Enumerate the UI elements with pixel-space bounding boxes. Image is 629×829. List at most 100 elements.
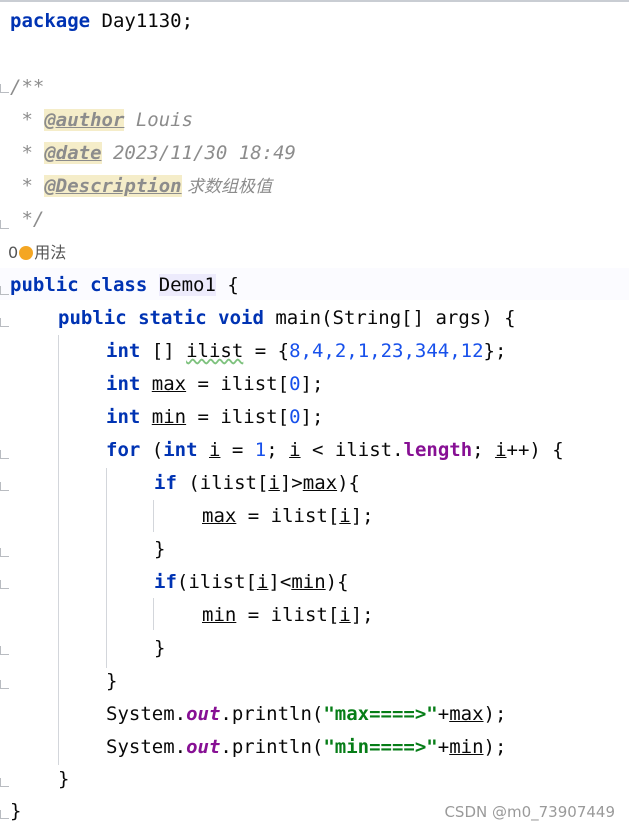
fold-marker-icon[interactable] [0,286,9,295]
variable: i [339,505,351,527]
code-line-close-class[interactable]: } [10,796,21,826]
code-text: [] [140,340,187,362]
code-line-package[interactable]: package Day1130; [10,6,193,36]
code-line-doc-open[interactable]: /** [10,72,44,102]
variable: ilist [186,340,244,362]
code-text: ]; [300,406,324,428]
comment-text: * [10,142,45,164]
code-text: ]; [350,505,374,527]
code-text: ; [266,439,290,461]
code-line-close-if1[interactable]: } [154,534,165,564]
javadoc-tag: @Description [44,175,182,197]
code-text: { [215,274,239,296]
usages-hint[interactable]: 0 用法 [8,240,66,266]
editor-top-border [0,0,629,2]
fold-marker-icon[interactable] [0,580,9,589]
code-text: } [154,637,166,659]
variable: min [202,604,237,626]
code-line-if-min[interactable]: if(ilist[i]<min){ [154,567,349,597]
code-text: } [106,670,118,692]
variable: i [289,439,301,461]
code-line-class[interactable]: public class Demo1 { [10,270,239,300]
usages-label: 用法 [34,243,67,262]
code-line-assign-min[interactable]: min = ilist[i]; [202,600,374,630]
code-text: System. [106,703,187,725]
code-text: .println( [220,736,324,758]
code-text: ( [140,439,164,461]
fold-marker-icon[interactable] [0,482,9,491]
code-text: } [58,768,70,790]
code-text: = { [243,340,290,362]
code-line-ilist[interactable]: int [] ilist = {8,4,2,1,23,344,12}; [106,336,506,366]
keyword: int [106,406,141,428]
javadoc-tag: @date [44,142,102,164]
fold-marker-icon[interactable] [0,548,9,557]
string-literal: "min====>" [323,736,438,758]
keyword: if [154,571,177,593]
fold-marker-icon[interactable] [0,220,9,229]
code-text: (ilist[ [176,571,257,593]
code-text: ]> [279,472,303,494]
code-text: = ilist[ [186,373,290,395]
code-line-print-min[interactable]: System.out.println("min====>"+min); [106,732,506,762]
code-text: + [437,736,450,758]
code-text: ){ [325,571,349,593]
code-line-doc-close[interactable]: */ [10,204,44,234]
code-line-close-if2[interactable]: } [154,633,165,663]
comment-text: * [10,109,45,131]
code-text: ; [472,439,496,461]
code-text: .println( [220,703,324,725]
lightbulb-icon[interactable] [19,246,34,260]
fold-marker-icon[interactable] [0,84,9,93]
watermark: CSDN @m0_73907449 [444,803,615,821]
package-name: Day1130; [90,10,194,32]
code-line-date[interactable]: * @date 2023/11/30 18:49 [10,138,296,168]
code-text: ]; [350,604,374,626]
code-line-max[interactable]: int max = ilist[0]; [106,369,323,399]
code-text: System. [106,736,187,758]
code-line-close-for[interactable]: } [106,666,117,696]
keyword: int [106,340,141,362]
description-text: 求数组极值 [181,177,273,197]
fold-marker-icon[interactable] [0,318,9,327]
code-line-description[interactable]: * @Description 求数组极值 [10,171,272,201]
fold-marker-icon[interactable] [0,680,9,689]
code-text: = ilist[ [236,604,340,626]
code-text: (ilist[ [176,472,269,494]
code-text: = ilist[ [236,505,340,527]
keyword: if [154,472,177,494]
code-text: ); [483,703,507,725]
code-line-assign-max[interactable]: max = ilist[i]; [202,501,374,531]
code-text: } [154,538,166,560]
code-text: ]< [268,571,292,593]
code-line-for[interactable]: for (int i = 1; i < ilist.length; i++) { [106,435,564,465]
code-text: } [10,800,22,822]
comment-text: * [10,175,45,197]
keyword: int [106,373,141,395]
fold-marker-icon[interactable] [0,646,9,655]
keyword: int [163,439,198,461]
keyword: public static void [58,307,264,329]
code-line-if-max[interactable]: if (ilist[i]>max){ [154,468,360,498]
code-text: ); [483,736,507,758]
code-line-author[interactable]: * @author Louis [10,105,193,135]
variable: i [209,439,221,461]
fold-marker-icon[interactable] [0,450,9,459]
code-text: + [437,703,450,725]
number-literal: 1 [254,439,267,461]
fold-marker-icon[interactable] [0,778,9,787]
variable: i [495,439,507,461]
static-field: out [186,736,221,758]
code-text: }; [483,340,507,362]
variable: min [151,406,187,428]
code-text: ++) { [506,439,564,461]
code-line-main[interactable]: public static void main(String[] args) { [58,303,516,333]
indent-guide [106,468,107,668]
code-line-close-main[interactable]: } [58,764,69,794]
code-text: = [220,439,255,461]
code-line-print-max[interactable]: System.out.println("max====>"+max); [106,699,506,729]
fold-marker-icon[interactable] [0,810,9,819]
code-line-min[interactable]: int min = ilist[0]; [106,402,323,432]
